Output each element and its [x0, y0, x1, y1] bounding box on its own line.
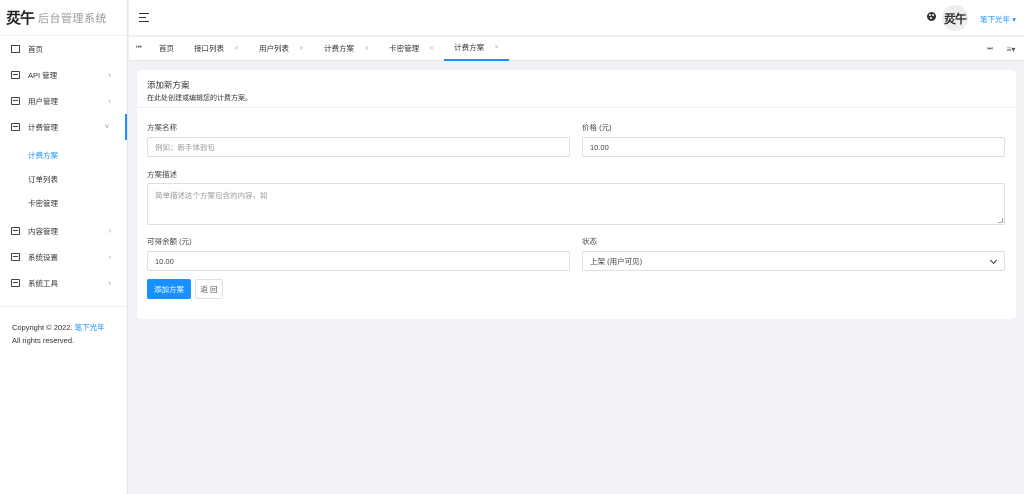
- copyright-link[interactable]: 笔下光年: [75, 323, 105, 332]
- sidebar-item-label: 系统工具: [28, 278, 58, 288]
- chevron-right-icon: ›: [108, 71, 111, 79]
- sidebar-item-label: API 管理: [28, 70, 58, 80]
- calendar-icon: [11, 97, 20, 105]
- palette-icon[interactable]: [927, 12, 936, 21]
- status-selected-value: 上架 (用户可见): [590, 256, 643, 266]
- sidebar-item-api[interactable]: API 管理 ›: [0, 62, 127, 88]
- sidebar-item-label: 首页: [28, 44, 43, 54]
- sidebar-item-label: 用户管理: [28, 96, 58, 106]
- calendar-icon: [11, 71, 20, 79]
- add-plan-button[interactable]: 添加方案: [147, 279, 191, 299]
- avatar[interactable]: 烎午: [942, 5, 968, 31]
- tab-controls: ⏭ ≡▾: [982, 37, 1024, 61]
- chevron-right-icon: ›: [108, 253, 111, 261]
- menu-toggle-icon[interactable]: [139, 13, 149, 22]
- tab-label: 首页: [159, 44, 174, 53]
- tab-home[interactable]: 首页: [149, 37, 184, 61]
- card-subtitle: 在此处创建或编辑您的计费方案。: [147, 95, 252, 102]
- sidebar-item-tools[interactable]: 系统工具 ›: [0, 270, 127, 296]
- calendar-icon: [11, 123, 20, 131]
- description-placeholder: 简单描述这个方案包含的内容，如: [155, 191, 268, 200]
- sidebar-subitem-card-keys[interactable]: 卡密管理: [0, 191, 127, 215]
- top-header: 烎午 笔下光年 ▾: [129, 0, 1024, 36]
- chevron-right-icon: ›: [108, 279, 111, 287]
- close-icon[interactable]: ✕: [494, 44, 499, 51]
- copyright: Copyright © 2022. 笔下光年 All rights reserv…: [0, 307, 127, 361]
- sidebar-item-users[interactable]: 用户管理 ›: [0, 88, 127, 114]
- close-icon[interactable]: ✕: [234, 45, 239, 52]
- app-title: 后台管理系统: [38, 12, 108, 25]
- sidebar-item-home[interactable]: 首页: [0, 36, 127, 62]
- tab-scroll-left-icon[interactable]: ⏮: [129, 45, 149, 52]
- calendar-icon: [11, 253, 20, 261]
- sidebar-item-label: 系统设置: [28, 252, 58, 262]
- sidebar-item-content[interactable]: 内容管理 ›: [0, 218, 127, 244]
- status-label: 状态: [582, 237, 597, 246]
- sidebar-item-label: 计费管理: [28, 122, 58, 132]
- tab-label: 用户列表: [259, 44, 290, 53]
- chevron-right-icon: ›: [108, 97, 111, 105]
- close-icon[interactable]: ✕: [299, 45, 304, 52]
- calendar-icon: [11, 227, 20, 235]
- close-icon[interactable]: ✕: [364, 45, 369, 52]
- plan-name-input[interactable]: 例如：新手体验包: [147, 137, 570, 157]
- sidebar-item-billing[interactable]: 计费管理 ˅: [0, 114, 127, 140]
- tab-api-list[interactable]: 接口列表 ✕: [184, 37, 249, 61]
- plan-name-label: 方案名称: [147, 123, 177, 132]
- balance-input[interactable]: 10.00: [147, 251, 570, 271]
- user-name: 笔下光年: [980, 15, 1011, 24]
- copyright-suffix: All rights reserved.: [12, 336, 75, 345]
- sidebar-subitem-billing-plans[interactable]: 计费方案: [0, 143, 127, 167]
- sidebar-subitem-orders[interactable]: 订单列表: [0, 167, 127, 191]
- price-label: 价格 (元): [582, 123, 612, 132]
- chevron-down-icon: ˅: [104, 123, 109, 131]
- description-label: 方案描述: [147, 170, 177, 179]
- sidebar: 烎午 后台管理系统 首页 API 管理 › 用户管理 › 计费管理 ˅ 计费方案…: [0, 0, 128, 494]
- logo[interactable]: 烎午 后台管理系统: [0, 0, 127, 36]
- tab-billing-plans-active[interactable]: 计费方案 ✕: [444, 37, 510, 61]
- user-menu[interactable]: 笔下光年 ▾: [980, 14, 1016, 25]
- home-icon: [11, 45, 20, 53]
- tab-scroll-right-icon[interactable]: ⏭: [982, 46, 998, 53]
- logo-mark: 烎午: [6, 9, 35, 27]
- caret-down-icon: ▾: [1012, 15, 1016, 24]
- tab-bar: ⏮ 首页 接口列表 ✕ 用户列表 ✕ 计费方案 ✕ 卡密管理 ✕ 计费方案 ✕ …: [129, 37, 1024, 61]
- chevron-right-icon: ›: [108, 227, 111, 235]
- tab-card-keys[interactable]: 卡密管理 ✕: [379, 37, 444, 61]
- plan-form-card: 添加新方案 在此处创建或编辑您的计费方案。 方案名称 例如：新手体验包 价格 (…: [137, 70, 1016, 319]
- balance-label: 可得余额 (元): [147, 237, 192, 246]
- tab-label: 卡密管理: [389, 44, 420, 53]
- tab-label: 计费方案: [454, 43, 485, 52]
- back-button[interactable]: 返 回: [195, 279, 223, 299]
- chevron-down-icon: [989, 256, 998, 265]
- tab-menu-icon[interactable]: ≡▾: [998, 45, 1024, 54]
- card-header: 添加新方案 在此处创建或编辑您的计费方案。: [137, 70, 1016, 108]
- calendar-icon: [11, 279, 20, 287]
- sidebar-item-settings[interactable]: 系统设置 ›: [0, 244, 127, 270]
- close-icon[interactable]: ✕: [429, 45, 434, 52]
- tab-billing-plans[interactable]: 计费方案 ✕: [314, 37, 379, 61]
- resize-grip-icon[interactable]: [998, 218, 1003, 223]
- price-input[interactable]: 10.00: [582, 137, 1005, 157]
- copyright-prefix: Copyright © 2022.: [12, 323, 73, 332]
- tab-label: 接口列表: [194, 44, 224, 53]
- description-textarea[interactable]: 简单描述这个方案包含的内容，如: [147, 183, 1005, 225]
- status-select[interactable]: 上架 (用户可见): [582, 251, 1005, 271]
- tab-user-list[interactable]: 用户列表 ✕: [249, 37, 314, 61]
- sidebar-item-label: 内容管理: [28, 226, 58, 236]
- tab-label: 计费方案: [324, 44, 355, 53]
- card-title: 添加新方案: [147, 80, 190, 90]
